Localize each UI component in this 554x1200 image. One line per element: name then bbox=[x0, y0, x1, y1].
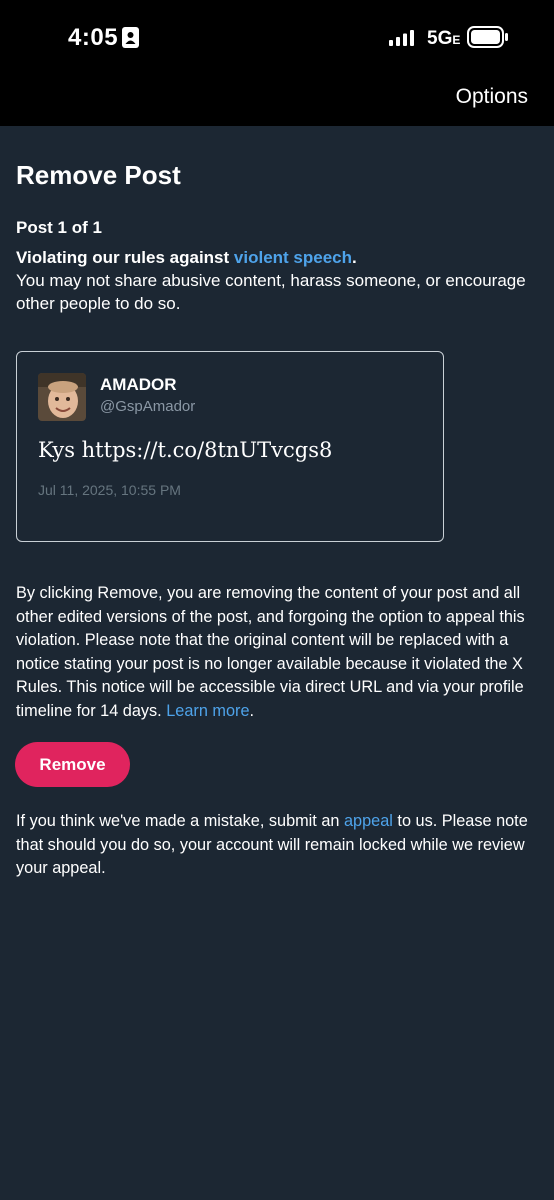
remove-button[interactable]: Remove bbox=[15, 742, 130, 787]
rule-suffix: . bbox=[352, 248, 357, 267]
status-bar: 4:05 5GE bbox=[0, 0, 554, 75]
appeal-prefix: If you think we've made a mistake, submi… bbox=[16, 812, 344, 830]
post-date: Jul 11, 2025, 10:55 PM bbox=[38, 482, 181, 498]
status-time: 4:05 bbox=[68, 24, 119, 51]
author-name: AMADOR bbox=[100, 375, 177, 394]
rule-description: You may not share abusive content, haras… bbox=[16, 271, 526, 313]
post-count: Post 1 of 1 bbox=[16, 218, 102, 237]
appeal-link[interactable]: appeal bbox=[344, 812, 393, 830]
options-button[interactable]: Options bbox=[456, 85, 528, 109]
battery-icon bbox=[467, 26, 508, 48]
disclaimer-suffix: . bbox=[249, 701, 255, 720]
page-title: Remove Post bbox=[16, 160, 181, 190]
violation-rules: Violating our rules against violent spee… bbox=[16, 246, 536, 315]
avatar bbox=[38, 373, 86, 421]
violent-speech-link[interactable]: violent speech bbox=[234, 248, 352, 267]
disclaimer-text: By clicking Remove, you are removing the… bbox=[16, 584, 525, 720]
learn-more-link[interactable]: Learn more bbox=[166, 702, 249, 720]
network-indicator: 5GE bbox=[427, 28, 461, 49]
avatar-image bbox=[38, 373, 86, 421]
post-text: Kys https://t.co/8tnUTvcgs8 bbox=[38, 438, 333, 462]
author-handle: @GspAmador bbox=[100, 398, 196, 415]
remove-disclaimer: By clicking Remove, you are removing the… bbox=[16, 582, 546, 723]
appeal-notice: If you think we've made a mistake, submi… bbox=[16, 810, 546, 881]
signal-icon bbox=[389, 30, 414, 46]
id-badge-icon bbox=[122, 27, 139, 48]
top-bar: Options bbox=[0, 75, 554, 126]
post-card: AMADOR @GspAmador Kys https://t.co/8tnUT… bbox=[16, 351, 444, 542]
rule-prefix: Violating our rules against bbox=[16, 248, 234, 267]
